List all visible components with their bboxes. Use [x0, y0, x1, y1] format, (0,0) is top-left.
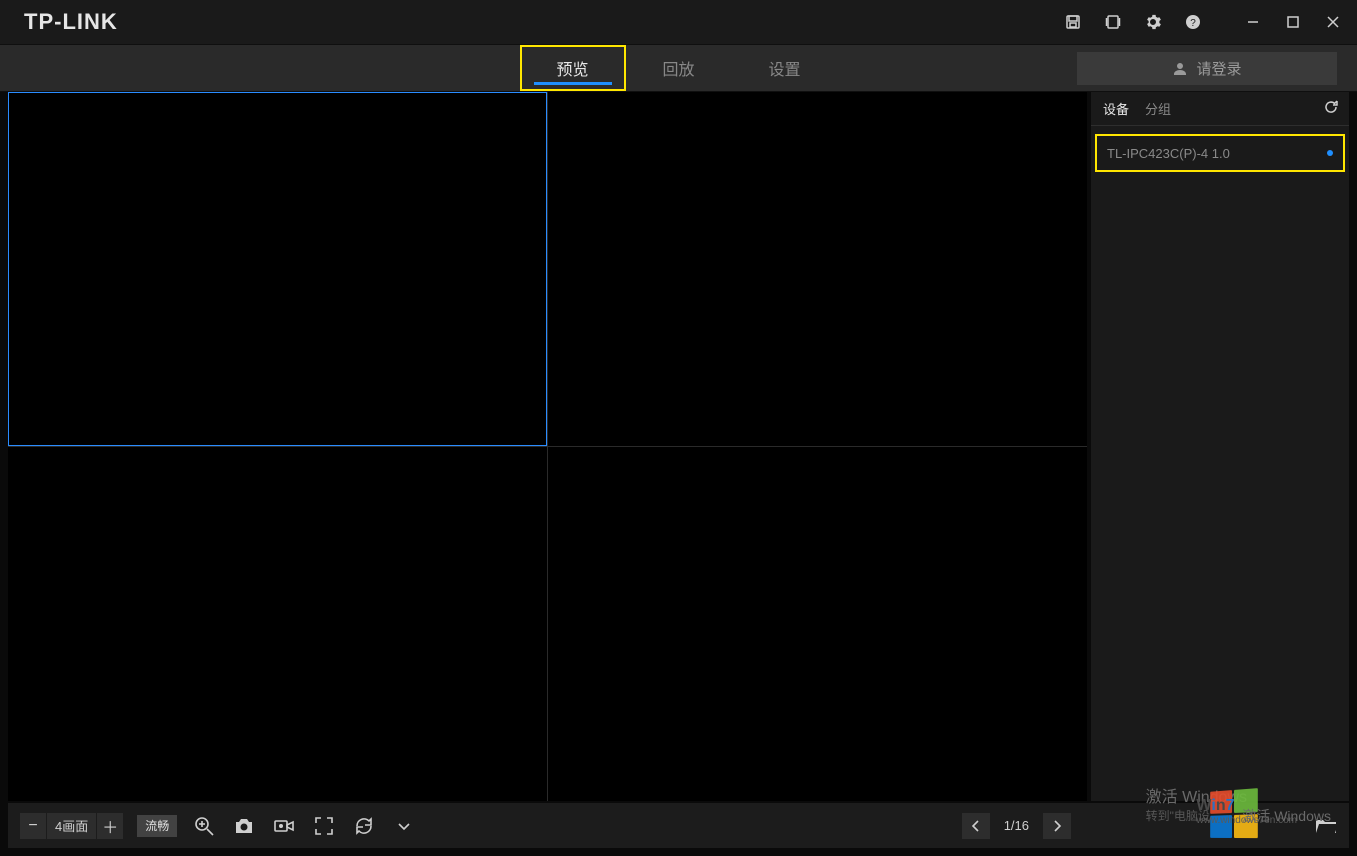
open-folder-icon[interactable]	[1315, 817, 1337, 835]
tab-playback[interactable]: 回放	[626, 45, 732, 91]
minimize-button[interactable]	[1233, 0, 1273, 44]
page-prev-button[interactable]	[962, 813, 990, 839]
page-next-button[interactable]	[1043, 813, 1071, 839]
device-row[interactable]: TL-IPC423C(P)-4 1.0	[1095, 134, 1345, 172]
sidebar-tabs: 设备 分组	[1091, 92, 1349, 126]
device-name: TL-IPC423C(P)-4 1.0	[1107, 146, 1230, 161]
titlebar: TP-LINK ?	[0, 0, 1357, 44]
refresh-icon[interactable]	[1323, 99, 1339, 118]
sync-icon[interactable]	[351, 813, 377, 839]
main-area: 设备 分组 TL-IPC423C(P)-4 1.0	[8, 92, 1349, 801]
close-button[interactable]	[1313, 0, 1353, 44]
layout-minus-button[interactable]: −	[20, 813, 46, 839]
login-button[interactable]: 请登录	[1077, 52, 1337, 85]
video-pane-3[interactable]	[8, 447, 547, 801]
sidebar-tab-group[interactable]: 分组	[1145, 99, 1171, 118]
layout-plus-button[interactable]: ＋	[97, 813, 123, 839]
quality-button[interactable]: 流畅	[137, 815, 177, 837]
screen-icon[interactable]	[1093, 0, 1133, 44]
video-pane-4[interactable]	[548, 447, 1087, 801]
sidebar-tab-device[interactable]: 设备	[1103, 99, 1129, 118]
titlebar-right: ?	[1053, 0, 1353, 44]
device-list: TL-IPC423C(P)-4 1.0	[1091, 126, 1349, 801]
footer-toolbar: − 4画面 ＋ 流畅 1/16	[8, 803, 1349, 848]
layout-stepper: − 4画面 ＋	[20, 813, 123, 839]
tab-preview[interactable]: 预览	[520, 45, 626, 91]
help-icon[interactable]: ?	[1173, 0, 1213, 44]
video-pane-2[interactable]	[548, 92, 1087, 446]
pager: 1/16	[962, 813, 1071, 839]
app-logo: TP-LINK	[24, 9, 118, 35]
fullscreen-icon[interactable]	[311, 813, 337, 839]
record-icon[interactable]	[271, 813, 297, 839]
main-tabs: 预览 回放 设置	[520, 45, 838, 91]
tab-settings[interactable]: 设置	[732, 45, 838, 91]
status-indicator-icon	[1327, 150, 1333, 156]
main-tabbar: 预览 回放 设置 请登录	[0, 44, 1357, 92]
page-indicator: 1/16	[994, 818, 1039, 833]
snapshot-icon[interactable]	[231, 813, 257, 839]
video-pane-1[interactable]	[8, 92, 547, 446]
layout-label[interactable]: 4画面	[47, 813, 96, 839]
svg-text:?: ?	[1190, 18, 1196, 29]
login-label: 请登录	[1196, 58, 1241, 79]
disk-icon[interactable]	[1053, 0, 1093, 44]
dropdown-icon[interactable]	[391, 813, 417, 839]
zoom-icon[interactable]	[191, 813, 217, 839]
gear-icon[interactable]	[1133, 0, 1173, 44]
maximize-button[interactable]	[1273, 0, 1313, 44]
sidebar: 设备 分组 TL-IPC423C(P)-4 1.0	[1091, 92, 1349, 801]
user-icon	[1172, 61, 1188, 77]
video-grid	[8, 92, 1087, 801]
